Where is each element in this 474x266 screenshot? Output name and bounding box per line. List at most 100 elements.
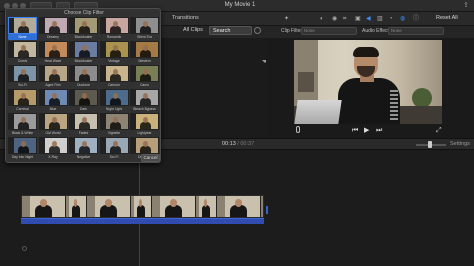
- filter-option[interactable]: Blue: [38, 89, 68, 112]
- color-correction-icon[interactable]: ◉: [332, 16, 337, 23]
- clip-filter-field[interactable]: None: [301, 27, 357, 35]
- timeline-settings-button[interactable]: Settings: [450, 141, 470, 147]
- skip-forward-icon[interactable]: ⏭: [376, 127, 382, 135]
- filter-option[interactable]: Vignette: [99, 113, 129, 136]
- filter-thumbnail[interactable]: [99, 137, 129, 154]
- filter-option[interactable]: Faded: [69, 113, 98, 136]
- fullscreen-icon[interactable]: ⤢: [436, 127, 442, 135]
- filter-option[interactable]: Western: [130, 41, 159, 64]
- filter-option[interactable]: Vintage: [99, 41, 129, 64]
- filter-thumbnail[interactable]: [99, 41, 129, 58]
- volume-icon[interactable]: ◀: [366, 16, 371, 23]
- filter-label: Day into Night: [11, 155, 34, 159]
- noise-reduction-icon[interactable]: ▥: [377, 16, 383, 23]
- filter-thumbnail[interactable]: [130, 113, 159, 130]
- filter-thumbnail[interactable]: [38, 113, 68, 130]
- filter-option[interactable]: Silent Era: [130, 17, 159, 40]
- filter-label: Vignette: [107, 131, 121, 135]
- filter-thumbnail[interactable]: [38, 89, 68, 106]
- filter-option[interactable]: Day into Night: [8, 137, 37, 160]
- filter-option[interactable]: Sci-Fi: [99, 137, 129, 160]
- filter-thumbnail[interactable]: [69, 41, 98, 58]
- stabilization-icon[interactable]: ▣: [355, 16, 361, 23]
- audio-effect-field[interactable]: None: [388, 27, 444, 35]
- filter-thumbnail[interactable]: [69, 113, 98, 130]
- filter-thumbnail[interactable]: [130, 65, 159, 82]
- filter-thumbnail[interactable]: [130, 17, 159, 34]
- speed-icon[interactable]: ◔: [389, 16, 393, 23]
- filter-thumbnail[interactable]: [99, 65, 129, 82]
- filter-thumbnail[interactable]: [8, 89, 37, 106]
- filter-option[interactable]: Bleach Bypass: [130, 89, 159, 112]
- audio-track[interactable]: [21, 218, 264, 224]
- filter-option[interactable]: Cartoon: [99, 65, 129, 88]
- all-clips-button[interactable]: All Clips: [183, 27, 203, 33]
- filter-thumbnail[interactable]: [69, 89, 98, 106]
- filter-option[interactable]: Carnival: [8, 89, 37, 112]
- filter-thumbnail[interactable]: [38, 65, 68, 82]
- window-title: My Movie 1: [224, 2, 256, 8]
- filter-thumbnail[interactable]: [130, 41, 159, 58]
- filter-option[interactable]: Duotone: [69, 65, 98, 88]
- filter-label: Sci-Fi: [109, 155, 119, 159]
- filter-option[interactable]: Night Light: [99, 89, 129, 112]
- filter-thumbnail[interactable]: [69, 65, 98, 82]
- magic-wand-icon[interactable]: ✦: [284, 16, 289, 23]
- filter-option[interactable]: Blockbuster: [69, 17, 98, 40]
- filter-option[interactable]: Dreamy: [38, 17, 68, 40]
- filter-option[interactable]: Heat Wave: [38, 41, 68, 64]
- play-icon[interactable]: ▶: [364, 127, 369, 135]
- video-clip[interactable]: [21, 195, 264, 218]
- tab-transitions[interactable]: Transitions: [172, 15, 199, 21]
- filter-thumbnail[interactable]: [8, 65, 37, 82]
- filter-thumbnail[interactable]: [130, 89, 159, 106]
- filter-thumbnail[interactable]: [99, 89, 129, 106]
- skip-back-icon[interactable]: ⏮: [352, 127, 358, 135]
- color-balance-icon[interactable]: ◐: [320, 16, 324, 23]
- filter-thumbnail[interactable]: [99, 113, 129, 130]
- filter-thumbnail[interactable]: [8, 137, 37, 154]
- filter-option[interactable]: Camo: [130, 65, 159, 88]
- share-icon[interactable]: ⇪: [462, 2, 470, 10]
- filter-thumbnail[interactable]: [8, 113, 37, 130]
- filter-option[interactable]: Romantic: [99, 17, 129, 40]
- filter-option[interactable]: Aged Film: [38, 65, 68, 88]
- filter-label: Blockbuster: [74, 59, 93, 63]
- filter-option[interactable]: Comic: [8, 41, 37, 64]
- info-icon[interactable]: ⓘ: [413, 16, 419, 23]
- search-input[interactable]: Search: [209, 26, 252, 35]
- filter-option[interactable]: Sci-Fi: [8, 65, 37, 88]
- filter-label: Bleach Bypass: [133, 107, 156, 111]
- zoom-slider-knob[interactable]: [428, 141, 432, 148]
- filter-thumbnail[interactable]: [8, 17, 37, 34]
- microphone-icon[interactable]: [296, 126, 300, 133]
- filter-option[interactable]: Negative: [69, 137, 98, 160]
- crop-icon[interactable]: ⌗: [343, 16, 346, 23]
- filter-option[interactable]: Black & White: [8, 113, 37, 136]
- filter-option[interactable]: Old World: [38, 113, 68, 136]
- filter-thumbnail[interactable]: [8, 41, 37, 58]
- timeline-marker-icon: [22, 246, 27, 251]
- choose-clip-filter-popover: Choose Clip Filter None Dreamy Blockbuster…: [5, 8, 161, 163]
- filter-label: Aged Film: [45, 83, 61, 87]
- filter-thumbnail[interactable]: [38, 17, 68, 34]
- filter-thumbnail[interactable]: [99, 17, 129, 34]
- filter-option[interactable]: Dark: [69, 89, 98, 112]
- cancel-button[interactable]: Cancel: [141, 154, 160, 162]
- settings-gear-icon[interactable]: [254, 27, 261, 34]
- filter-thumbnail[interactable]: [130, 137, 159, 154]
- filter-option[interactable]: X-Ray: [38, 137, 68, 160]
- reset-all-button[interactable]: Reset All: [436, 15, 458, 21]
- filter-label: Camo: [139, 83, 150, 87]
- duration: 00:37: [240, 141, 255, 147]
- filter-label: None: [8, 34, 37, 40]
- filter-thumbnail[interactable]: [38, 137, 68, 154]
- clip-filter-icon[interactable]: ◍: [400, 16, 405, 23]
- filter-thumbnail[interactable]: [38, 41, 68, 58]
- clip-end-handle[interactable]: [266, 206, 268, 214]
- filter-option[interactable]: None: [8, 17, 37, 40]
- filter-option[interactable]: Lightyear: [130, 113, 159, 136]
- filter-thumbnail[interactable]: [69, 17, 98, 34]
- filter-thumbnail[interactable]: [69, 137, 98, 154]
- filter-option[interactable]: Blockbuster: [69, 41, 98, 64]
